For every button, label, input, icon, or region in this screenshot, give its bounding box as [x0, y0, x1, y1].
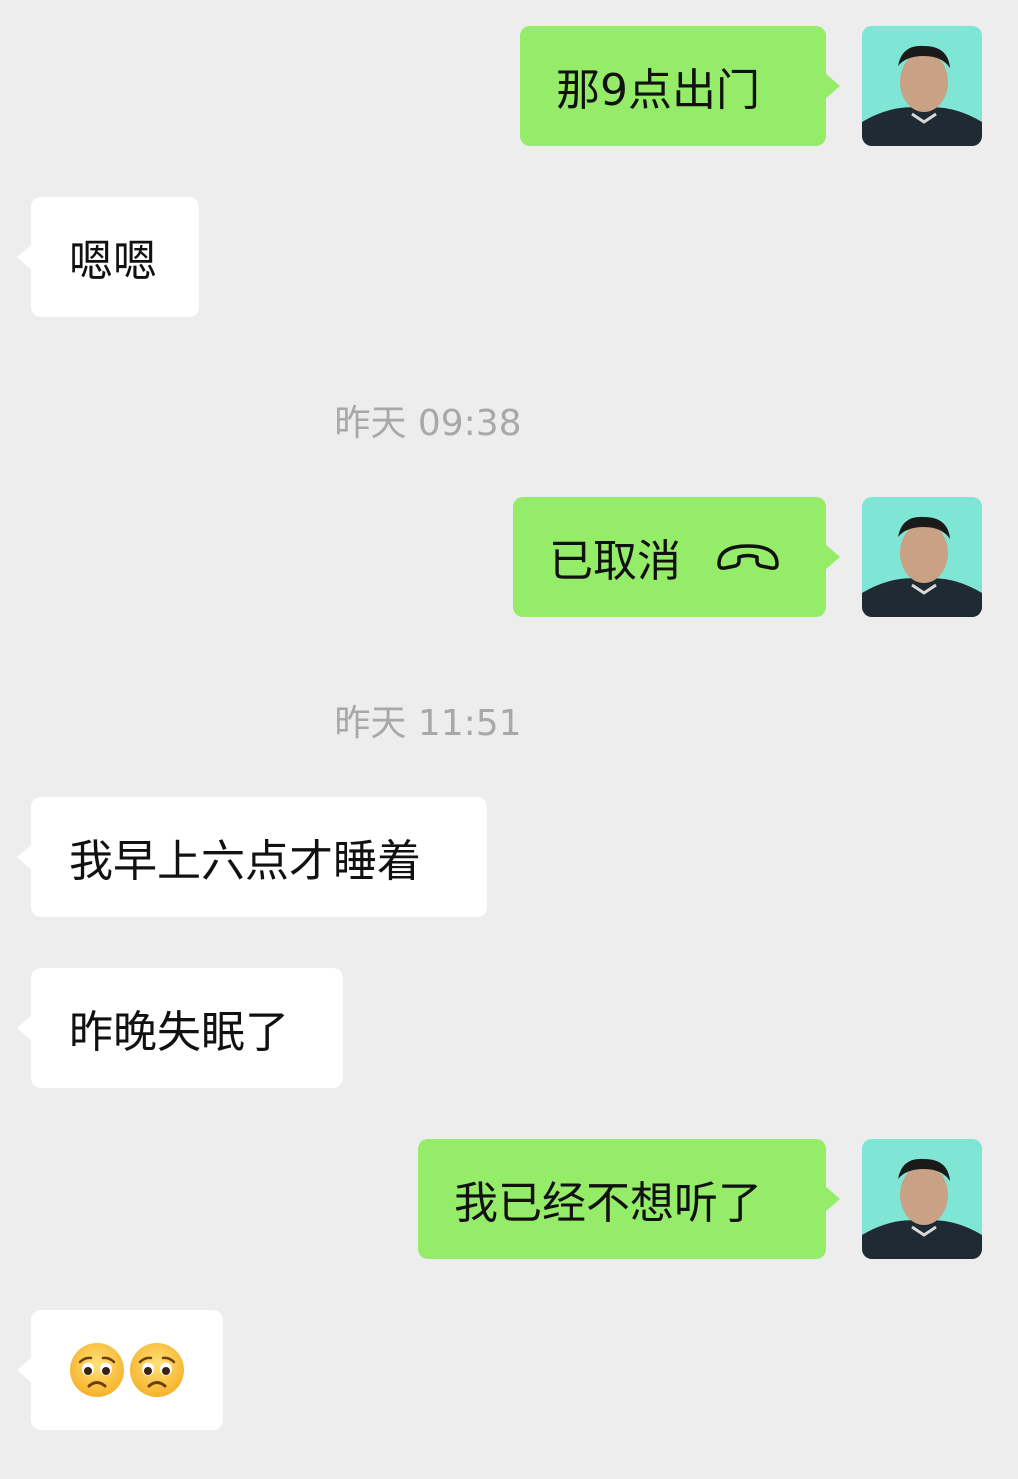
- avatar-image: [862, 497, 982, 617]
- message-text: 我早上六点才睡着: [69, 836, 421, 887]
- bubble-tail: [17, 844, 32, 870]
- message-text: 嗯嗯: [69, 236, 157, 287]
- bubble-tail: [825, 73, 840, 99]
- message-text: 我已经不想听了: [454, 1178, 762, 1229]
- bubble-tail: [17, 1357, 32, 1383]
- user-avatar[interactable]: [862, 1139, 982, 1259]
- avatar-image: [862, 1139, 982, 1259]
- timestamp: 昨天 11:51: [334, 703, 522, 744]
- hang-up-phone-icon: [715, 542, 781, 572]
- bubble-tail: [825, 544, 840, 570]
- bubble-tail: [17, 1015, 32, 1041]
- pleading-sad-face-emoji-icon: [70, 1343, 124, 1397]
- message-text: 昨晚失眠了: [69, 1007, 289, 1058]
- emoji-row: [69, 1342, 185, 1398]
- pleading-sad-face-emoji-icon: [130, 1343, 184, 1397]
- received-message-bubble[interactable]: 嗯嗯: [17, 197, 199, 317]
- received-message-bubble[interactable]: 昨晚失眠了: [17, 968, 343, 1088]
- user-avatar[interactable]: [862, 26, 982, 146]
- user-avatar[interactable]: [862, 497, 982, 617]
- avatar-image: [862, 26, 982, 146]
- sent-message-bubble[interactable]: 那9点出门: [520, 26, 840, 146]
- received-message-bubble[interactable]: 我早上六点才睡着: [17, 797, 487, 917]
- received-emoji-bubble[interactable]: [17, 1310, 223, 1430]
- message-text: 那9点出门: [556, 65, 760, 116]
- bubble-tail: [825, 1186, 840, 1212]
- message-text: 已取消: [549, 536, 681, 587]
- timestamp: 昨天 09:38: [334, 403, 522, 444]
- sent-message-bubble[interactable]: 我已经不想听了: [418, 1139, 840, 1259]
- bubble-tail: [17, 244, 32, 270]
- cancelled-call-bubble[interactable]: 已取消: [513, 497, 840, 617]
